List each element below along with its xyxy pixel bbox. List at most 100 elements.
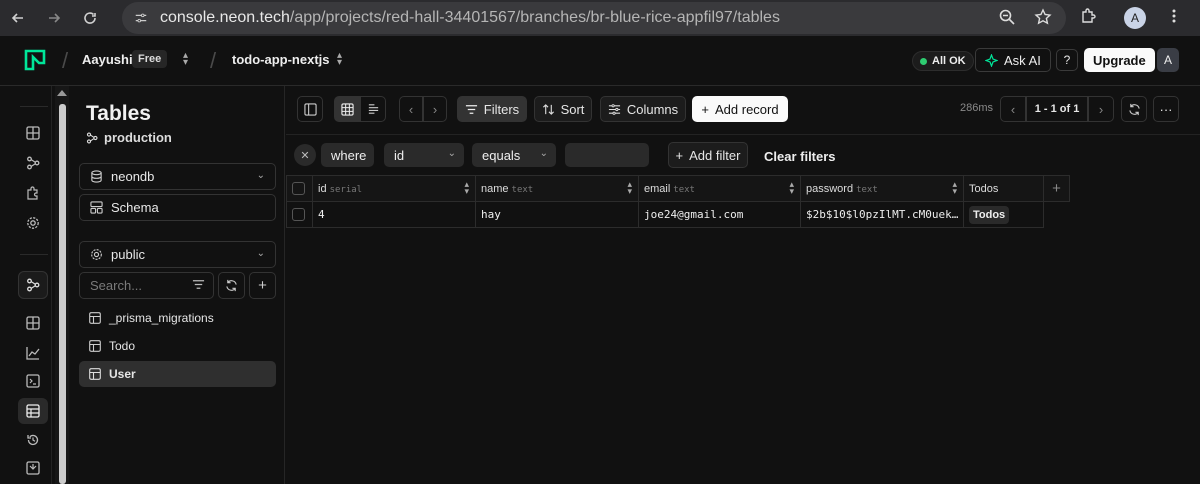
add-filter-button[interactable]: + Add filter (668, 142, 748, 168)
scrollbar-thumb[interactable] (59, 104, 66, 484)
column-header-id[interactable]: id serial ▴ ▾ (312, 175, 476, 202)
row-checkbox[interactable] (292, 208, 305, 222)
extensions-puzzle-icon[interactable] (1080, 7, 1098, 30)
sparkle-icon (985, 53, 998, 67)
refresh-icon (226, 279, 237, 292)
sql-editor-icon[interactable] (24, 372, 42, 390)
grid-view-button[interactable] (334, 96, 360, 122)
overview-grid-icon[interactable] (24, 314, 42, 332)
more-options-button[interactable]: ··· (1153, 96, 1179, 122)
column-header-password[interactable]: password text ▴ ▾ (800, 175, 964, 202)
plan-badge: Free (132, 50, 168, 68)
column-header-email[interactable]: email text ▴ ▾ (638, 175, 801, 202)
sort-button[interactable]: Sort (534, 96, 592, 122)
schema-select[interactable]: public ⌄ (79, 241, 276, 268)
browser-profile-avatar[interactable]: A (1124, 7, 1146, 29)
tables-icon (24, 402, 42, 420)
branches-icon[interactable] (24, 154, 42, 172)
chevron-down-icon: ⌄ (447, 148, 456, 159)
previous-record-button[interactable]: ‹ (399, 96, 423, 122)
schema-select-value: public (111, 247, 145, 262)
scroll-up-arrow-icon[interactable] (57, 90, 67, 96)
cell-email[interactable]: joe24@gmail.com (638, 201, 801, 228)
next-page-button[interactable]: › (1088, 96, 1114, 122)
integrations-icon[interactable] (24, 184, 42, 202)
refresh-tables-button[interactable] (218, 272, 245, 299)
reload-icon[interactable] (72, 0, 108, 36)
refresh-data-button[interactable] (1121, 96, 1147, 122)
chevron-left-icon: ‹ (408, 101, 414, 117)
refresh-icon (1128, 103, 1140, 115)
table-item-todo[interactable]: Todo (79, 333, 276, 359)
breadcrumb-separator: / (62, 48, 69, 73)
table-item-prisma-migrations[interactable]: _prisma_migrations (79, 305, 276, 331)
sort-chevron-icon[interactable]: ▴ ▾ (952, 180, 957, 196)
zoom-search-icon[interactable] (998, 8, 1016, 26)
schema-button[interactable]: Schema (79, 194, 276, 221)
filters-button[interactable]: Filters (457, 96, 527, 122)
add-record-button[interactable]: + Add record (692, 96, 788, 122)
project-switcher-chevron-icon[interactable]: ▴ ▾ (337, 51, 342, 68)
cell-password[interactable]: $2b$10$l0pzIlMT.cM0uek… (800, 201, 964, 228)
sort-chevron-icon[interactable]: ▴ ▾ (464, 180, 469, 196)
select-all-checkbox-cell (286, 175, 313, 202)
settings-gear-icon[interactable] (24, 214, 42, 232)
filter-where-label: where (321, 143, 374, 167)
column-header-name[interactable]: name text ▴ ▾ (475, 175, 639, 202)
filter-operator-select[interactable]: equals ⌄ (472, 143, 556, 167)
filter-column-select[interactable]: id ⌄ (384, 143, 464, 167)
back-arrow-icon[interactable] (0, 0, 36, 36)
toggle-sidebar-button[interactable] (297, 96, 323, 122)
cell-name[interactable]: hay (475, 201, 639, 228)
todos-relation-link[interactable]: Todos (969, 206, 1010, 224)
org-name[interactable]: Aayushi (82, 52, 133, 67)
filter-column-value: id (394, 147, 405, 163)
select-all-checkbox[interactable] (292, 182, 305, 195)
ask-ai-button[interactable]: Ask AI (975, 48, 1051, 72)
dashboard-icon[interactable] (24, 124, 42, 142)
status-badge[interactable]: All OK (912, 51, 974, 71)
help-button[interactable]: ? (1056, 49, 1078, 71)
remove-filter-button[interactable]: ✕ (294, 144, 316, 166)
site-info-icon[interactable] (128, 5, 154, 31)
neon-logo-icon[interactable] (24, 49, 46, 71)
browser-menu-icon[interactable] (1172, 8, 1176, 29)
rail-divider (20, 254, 48, 255)
project-name[interactable]: todo-app-nextjs (232, 52, 330, 67)
branch-label[interactable]: production (86, 130, 172, 145)
table-row[interactable]: 4 hay joe24@gmail.com $2b$10$l0pzIlMT.cM… (286, 201, 1070, 228)
add-filter-label: Add filter (689, 147, 741, 163)
form-view-button[interactable] (360, 96, 386, 122)
forward-arrow-icon[interactable] (36, 0, 72, 36)
columns-button[interactable]: Columns (600, 96, 686, 122)
filter-value-input[interactable] (565, 143, 649, 167)
restore-history-icon[interactable] (24, 431, 42, 449)
column-name: email (644, 182, 671, 195)
column-name: id (318, 182, 327, 195)
clear-filters-link[interactable]: Clear filters (764, 149, 836, 164)
tables-sidebar: Tables production neondb ⌄ Schema public… (70, 86, 285, 484)
upgrade-button[interactable]: Upgrade (1084, 48, 1155, 72)
bookmark-star-icon[interactable] (1034, 8, 1052, 26)
table-item-user[interactable]: User (79, 361, 276, 387)
address-bar[interactable]: console.neon.tech/app/projects/red-hall-… (122, 2, 1066, 34)
org-switcher-chevron-icon[interactable]: ▴ ▾ (183, 51, 188, 68)
user-avatar[interactable]: A (1157, 48, 1179, 72)
cell-todos[interactable]: Todos (963, 201, 1044, 228)
database-select[interactable]: neondb ⌄ (79, 163, 276, 190)
sort-chevron-icon[interactable]: ▴ ▾ (627, 180, 632, 196)
add-table-button[interactable]: + (249, 272, 276, 299)
backup-icon[interactable] (24, 459, 42, 477)
ellipsis-icon: ··· (1159, 101, 1173, 117)
plus-icon: + (1052, 180, 1061, 197)
row-checkbox-cell (286, 201, 313, 228)
column-header-todos[interactable]: Todos (963, 175, 1044, 202)
next-record-button[interactable]: › (423, 96, 447, 122)
cell-id[interactable]: 4 (312, 201, 476, 228)
sort-chevron-icon[interactable]: ▴ ▾ (789, 180, 794, 196)
filter-lines-icon[interactable] (192, 278, 205, 294)
monitoring-chart-icon[interactable] (24, 344, 42, 362)
add-column-button[interactable]: + (1043, 175, 1070, 202)
table-search-input[interactable]: Search... (79, 272, 214, 299)
previous-page-button[interactable]: ‹ (1000, 96, 1026, 122)
